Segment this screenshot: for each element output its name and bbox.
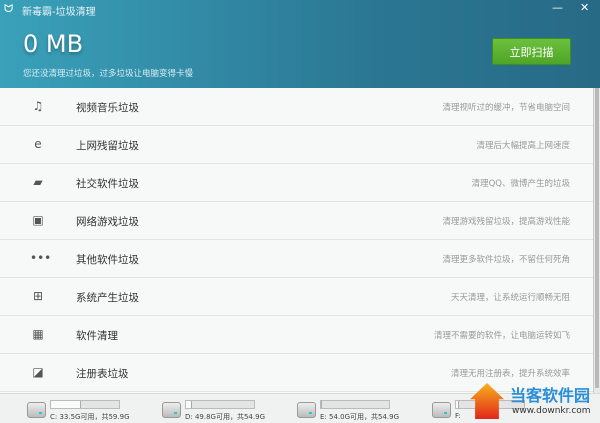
duba-logo-icon: ᗢ <box>4 2 14 15</box>
category-row[interactable]: ••• 其他软件垃圾 清理更多软件垃圾，不留任何死角 <box>0 240 593 278</box>
windows-icon: ⊞ <box>32 289 44 303</box>
hard-drive-icon <box>432 402 451 418</box>
hard-drive-icon <box>297 402 316 418</box>
drive-label: D: 49.8G可用，共54.9G <box>185 413 265 421</box>
scrollbar[interactable] <box>593 88 600 393</box>
drive-item: D: 49.8G可用，共54.9G <box>162 398 282 422</box>
category-row[interactable]: ◪ 注册表垃圾 清理无用注册表，提升系统效率 <box>0 354 593 392</box>
hard-drive-icon <box>27 402 46 418</box>
category-name: 视频音乐垃圾 <box>76 102 139 114</box>
watermark-name: 当客软件园 <box>510 386 591 405</box>
drive-label: F: <box>455 412 461 420</box>
chat-icon: ▰ <box>33 175 43 189</box>
category-list: ♫ 视频音乐垃圾 清理视听过的缓冲，节省电脑空间 e 上网残留垃圾 清理后大幅提高上网速度… <box>0 88 593 393</box>
drive-item: E: 54.0G可用，共54.9G <box>297 398 417 422</box>
junk-size: 0 MB <box>23 30 84 58</box>
drive-label: E: 54.0G可用，共54.9G <box>320 413 400 421</box>
category-row[interactable]: e 上网残留垃圾 清理后大幅提高上网速度 <box>0 126 593 164</box>
close-button[interactable]: ✕ <box>580 1 589 14</box>
category-name: 网络游戏垃圾 <box>76 216 139 228</box>
status-message: 您还没清理过垃圾，过多垃圾让电脑变得卡慢 <box>23 69 194 79</box>
category-desc: 天天清理，让系统运行顺畅无阻 <box>450 293 570 303</box>
category-name: 系统产生垃圾 <box>76 292 139 304</box>
ie-icon: e <box>34 137 42 151</box>
category-row[interactable]: ♫ 视频音乐垃圾 清理视听过的缓冲，节省电脑空间 <box>0 88 593 126</box>
music-icon: ♫ <box>32 99 44 113</box>
category-desc: 清理不需要的软件，让电脑运转如飞 <box>433 331 570 341</box>
category-desc: 清理游戏残留垃圾，提高游戏性能 <box>442 217 570 227</box>
category-desc: 清理QQ、微博产生的垃圾 <box>471 179 570 189</box>
category-desc: 清理后大幅提高上网速度 <box>476 141 570 151</box>
category-desc: 清理无用注册表，提升系统效率 <box>450 369 570 379</box>
hard-drive-icon <box>162 402 181 418</box>
category-name: 注册表垃圾 <box>76 368 129 380</box>
category-name: 社交软件垃圾 <box>76 178 139 190</box>
window-title: 新毒霸-垃圾清理 <box>22 7 96 18</box>
software-icon: ▦ <box>32 327 44 341</box>
more-icon: ••• <box>30 251 52 265</box>
category-row[interactable]: ▦ 软件清理 清理不需要的软件，让电脑运转如飞 <box>0 316 593 354</box>
category-row[interactable]: ▣ 网络游戏垃圾 清理游戏残留垃圾，提高游戏性能 <box>0 202 593 240</box>
category-row[interactable]: ⊞ 系统产生垃圾 天天清理，让系统运行顺畅无阻 <box>0 278 593 316</box>
category-desc: 清理更多软件垃圾，不留任何死角 <box>442 255 570 265</box>
gamepad-icon: ▣ <box>32 213 44 227</box>
drive-label: C: 33.5G可用，共59.9G <box>50 413 130 421</box>
drive-usage-bar <box>185 400 255 409</box>
category-desc: 清理视听过的缓冲，节省电脑空间 <box>442 103 570 113</box>
category-name: 软件清理 <box>76 330 118 342</box>
scrollbar-thumb[interactable] <box>595 88 599 388</box>
watermark-url: www.downkr.com <box>512 406 591 416</box>
category-name: 上网残留垃圾 <box>76 140 139 152</box>
drive-item: C: 33.5G可用，共59.9G <box>27 398 147 422</box>
category-name: 其他软件垃圾 <box>76 254 139 266</box>
minimize-button[interactable]: — <box>552 1 563 14</box>
registry-icon: ◪ <box>32 365 44 379</box>
category-row[interactable]: ▰ 社交软件垃圾 清理QQ、微博产生的垃圾 <box>0 164 593 202</box>
scan-button[interactable]: 立即扫描 <box>492 38 571 65</box>
header: ᗢ 新毒霸-垃圾清理 — ✕ 0 MB 您还没清理过垃圾，过多垃圾让电脑变得卡慢… <box>0 0 600 88</box>
drive-usage-bar <box>320 400 390 409</box>
drive-usage-bar <box>50 400 120 409</box>
